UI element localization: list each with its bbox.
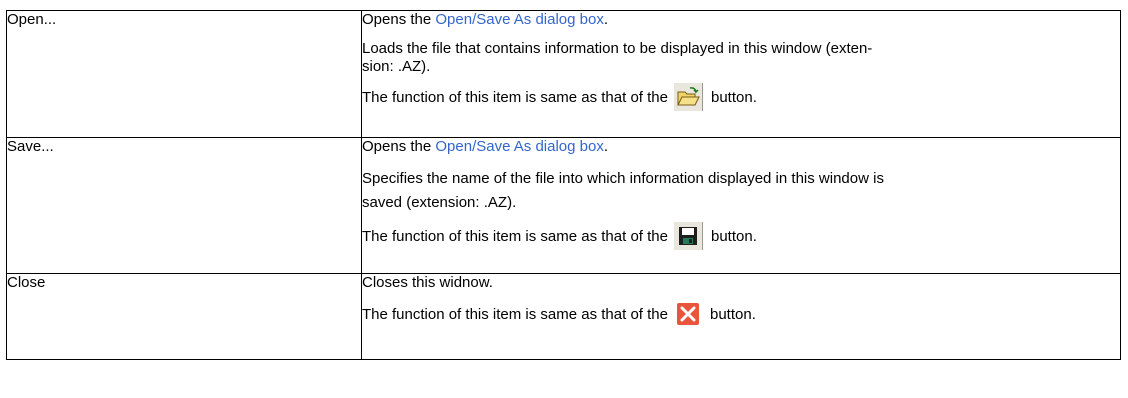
description-cell: Closes this widnow. The function of this… [361,273,1121,360]
function-line: The function of this item is same as tha… [362,299,1120,329]
table-row: Close Closes this widnow. The function o… [6,273,1121,360]
menu-item-open-label: Open... [7,11,57,28]
detail-text: Loads the file that contains information… [362,40,873,75]
menu-item-cell: Open... [6,10,362,138]
floppy-disk-icon [673,222,703,250]
description-cell: Opens the Open/Save As dialog box. Loads… [361,10,1121,138]
table-row: Open... Opens the Open/Save As dialog bo… [6,10,1121,138]
opens-line: Opens the Open/Save As dialog box. [362,11,609,28]
function-line: The function of this item is same as tha… [362,82,1120,112]
menu-item-cell: Save... [6,137,362,274]
open-save-dialog-link[interactable]: Open/Save As dialog box [435,11,603,28]
detail-text: Specifies the name of the file into whic… [362,170,884,211]
description-cell: Opens the Open/Save As dialog box. Speci… [361,137,1121,274]
menu-description-table: Open... Opens the Open/Save As dialog bo… [6,10,1121,360]
menu-item-close-label: Close [7,274,46,291]
detail-text: Closes this widnow. [362,274,493,291]
function-line: The function of this item is same as tha… [362,221,1120,251]
table-row: Save... Opens the Open/Save As dialog bo… [6,137,1121,274]
open-folder-icon [673,83,703,111]
menu-item-save-label: Save... [7,138,54,155]
open-save-dialog-link[interactable]: Open/Save As dialog box [435,138,603,155]
close-x-icon [674,300,702,328]
opens-line: Opens the Open/Save As dialog box. [362,138,609,155]
menu-item-cell: Close [6,273,362,360]
